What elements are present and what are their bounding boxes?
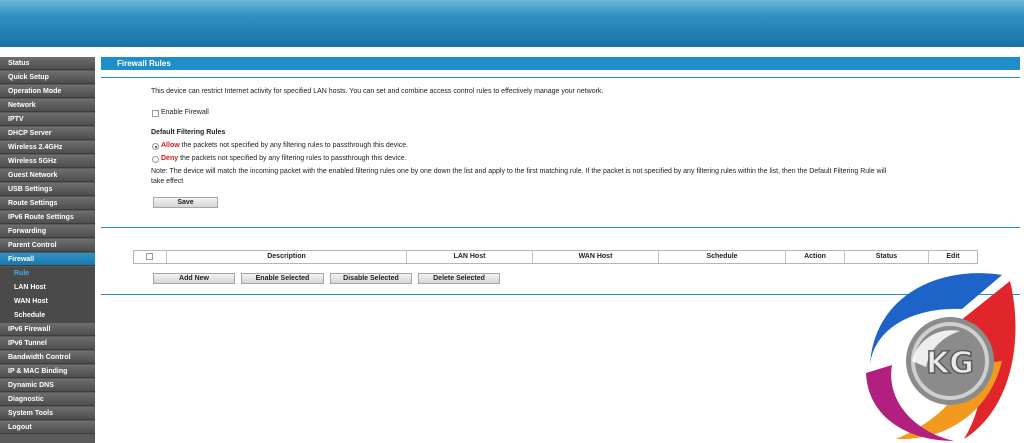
sidebar-item-dynamic-dns[interactable]: Dynamic DNS xyxy=(0,379,95,392)
sidebar-item-diagnostic[interactable]: Diagnostic xyxy=(0,393,95,406)
select-all-cell xyxy=(134,251,167,263)
top-banner xyxy=(0,0,1024,47)
col-wan-host: WAN Host xyxy=(533,251,659,263)
sidebar-item-operation-mode[interactable]: Operation Mode xyxy=(0,85,95,98)
deny-radio[interactable] xyxy=(152,156,159,163)
default-rules-heading: Default Filtering Rules xyxy=(151,129,226,136)
sidebar-subitem-schedule[interactable]: Schedule xyxy=(0,309,95,323)
add-new-button[interactable]: Add New xyxy=(153,273,235,284)
banner-gloss xyxy=(0,0,1024,14)
sidebar-item-dhcp-server[interactable]: DHCP Server xyxy=(0,127,95,140)
section-divider-middle xyxy=(101,227,1020,228)
sidebar-item-logout[interactable]: Logout xyxy=(0,421,95,434)
sidebar-item-system-tools[interactable]: System Tools xyxy=(0,407,95,420)
sidebar-item-parent-control[interactable]: Parent Control xyxy=(0,239,95,252)
deny-option-text: Deny the packets not specified by any fi… xyxy=(161,155,407,162)
enable-selected-button[interactable]: Enable Selected xyxy=(241,273,324,284)
enable-firewall-checkbox[interactable] xyxy=(152,110,159,117)
kg-logo-text: KG xyxy=(926,346,974,381)
sidebar-item-usb-settings[interactable]: USB Settings xyxy=(0,183,95,196)
sidebar: Status Quick Setup Operation Mode Networ… xyxy=(0,57,95,443)
col-schedule: Schedule xyxy=(659,251,786,263)
note-line-2: take effect xyxy=(151,178,184,185)
select-all-checkbox[interactable] xyxy=(146,253,153,260)
sidebar-item-network[interactable]: Network xyxy=(0,99,95,112)
sidebar-item-wireless-5[interactable]: Wireless 5GHz xyxy=(0,155,95,168)
section-divider-top xyxy=(101,77,1020,78)
deny-description: the packets not specified by any filteri… xyxy=(180,155,407,162)
sidebar-item-ipv6-firewall[interactable]: IPv6 Firewall xyxy=(0,323,95,336)
rules-table: Description LAN Host WAN Host Schedule A… xyxy=(133,250,978,264)
page-description: This device can restrict Internet activi… xyxy=(151,88,604,95)
sidebar-item-bandwidth-control[interactable]: Bandwidth Control xyxy=(0,351,95,364)
col-description: Description xyxy=(167,251,407,263)
allow-option-text: Allow the packets not specified by any f… xyxy=(161,142,408,149)
sidebar-subitem-rule[interactable]: Rule xyxy=(0,267,95,281)
sidebar-item-guest-network[interactable]: Guest Network xyxy=(0,169,95,182)
col-edit: Edit xyxy=(946,253,960,260)
deny-keyword: Deny xyxy=(161,155,179,162)
sidebar-item-ip-mac-binding[interactable]: IP & MAC Binding xyxy=(0,365,95,378)
sidebar-item-ipv6-tunnel[interactable]: IPv6 Tunnel xyxy=(0,337,95,350)
sidebar-item-wireless-24[interactable]: Wireless 2.4GHz xyxy=(0,141,95,154)
sidebar-item-ipv6-route-settings[interactable]: IPv6 Route Settings xyxy=(0,211,95,224)
sidebar-item-status[interactable]: Status xyxy=(0,57,95,70)
section-title: Firewall Rules xyxy=(101,57,1020,70)
col-lan-host: LAN Host xyxy=(407,251,533,263)
sidebar-item-quick-setup[interactable]: Quick Setup xyxy=(0,71,95,84)
note-line-1: Note: The device will match the incoming… xyxy=(151,168,887,175)
sidebar-subitem-wan-host[interactable]: WAN Host xyxy=(0,295,95,309)
disable-selected-button[interactable]: Disable Selected xyxy=(330,273,412,284)
kg-logo-icon: KG xyxy=(866,273,1016,441)
sidebar-item-firewall[interactable]: Firewall xyxy=(0,253,95,266)
save-button[interactable]: Save xyxy=(153,197,218,208)
col-action: Action xyxy=(786,251,845,263)
sidebar-item-forwarding[interactable]: Forwarding xyxy=(0,225,95,238)
col-status: Status xyxy=(845,251,929,263)
sidebar-item-iptv[interactable]: IPTV xyxy=(0,113,95,126)
allow-radio[interactable] xyxy=(152,143,159,150)
delete-selected-button[interactable]: Delete Selected xyxy=(418,273,500,284)
allow-keyword: Allow xyxy=(161,142,180,149)
enable-firewall-label: Enable Firewall xyxy=(161,109,209,116)
sidebar-subitem-lan-host[interactable]: LAN Host xyxy=(0,281,95,295)
sidebar-item-route-settings[interactable]: Route Settings xyxy=(0,197,95,210)
allow-description: the packets not specified by any filteri… xyxy=(181,142,409,149)
